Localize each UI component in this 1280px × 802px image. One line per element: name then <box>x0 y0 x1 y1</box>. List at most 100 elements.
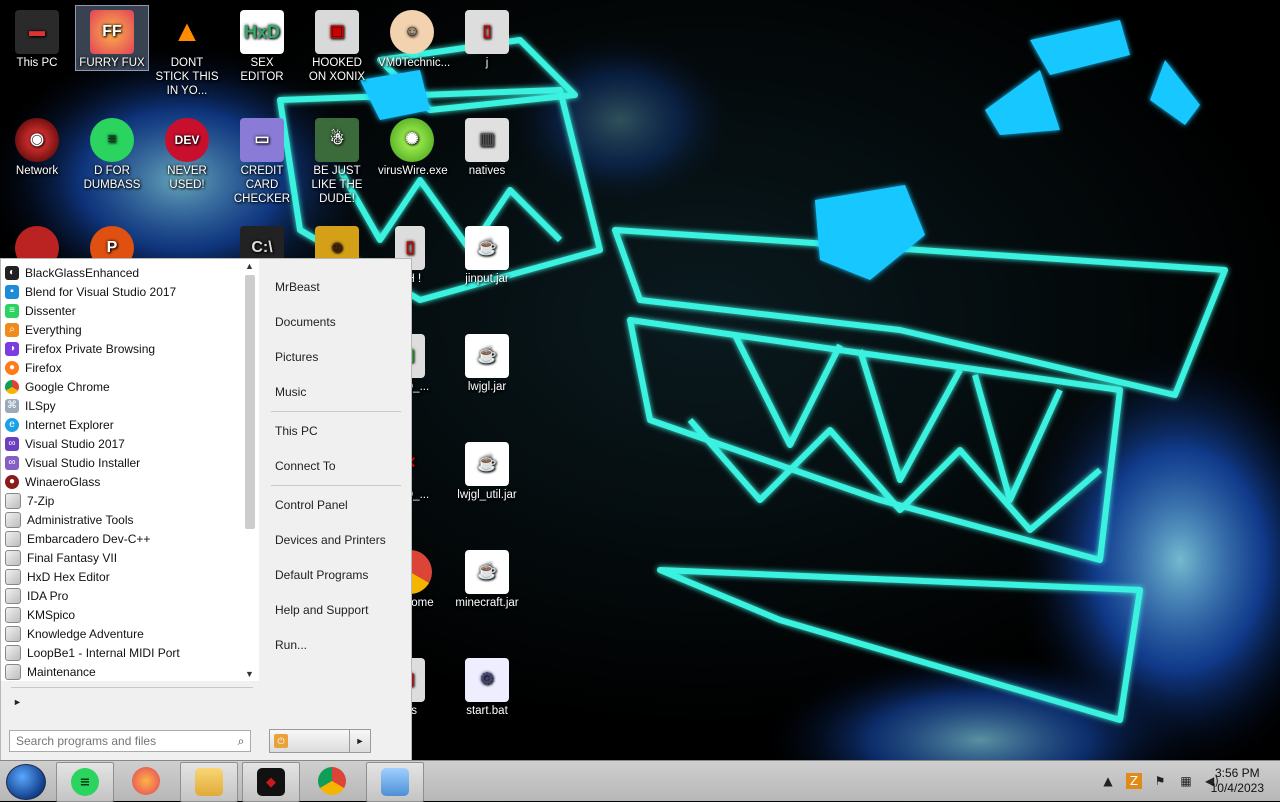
search-input[interactable] <box>10 734 232 748</box>
program-folder-kmspico[interactable]: KMSpico <box>5 605 241 624</box>
start-right-pane: MrBeast Documents Pictures Music This PC… <box>263 259 411 761</box>
program-item-internet-explorer[interactable]: e Internet Explorer <box>5 415 241 434</box>
folder-icon <box>5 530 21 547</box>
taskbar-ff7-button[interactable]: ◆ <box>242 762 300 802</box>
folder-icon <box>5 625 21 642</box>
scroll-thumb[interactable] <box>245 275 255 529</box>
desktop-icon-be-just-like-dude[interactable]: ☃ BE JUST LIKE THE DUDE! <box>301 114 373 206</box>
taskbar: ≡ ◆ ▲ Z ⚑ ▦ ◀) 3:56 PM 10/4/2023 <box>0 760 1280 802</box>
program-item-visual-studio[interactable]: ∞ Visual Studio 2017 <box>5 434 241 453</box>
ie-icon: e <box>5 417 19 432</box>
shutdown-options-button[interactable]: ► <box>349 729 371 753</box>
desktop-icon-lwjgl-jar[interactable]: ☕ lwjgl.jar <box>451 330 523 394</box>
start-button[interactable] <box>6 764 46 800</box>
desktop-icon-viruswire[interactable]: ✺ virusWire.exe <box>376 114 448 178</box>
desktop-icon-never-used[interactable]: DEV NEVER USED! <box>151 114 223 192</box>
limewire-icon: ✺ <box>390 118 434 162</box>
firefox-icon: ● <box>5 360 19 375</box>
start-default-programs-link[interactable]: Default Programs <box>275 568 368 582</box>
program-item-vs-installer[interactable]: ∞ Visual Studio Installer <box>5 453 241 472</box>
taskbar-dissenter-button[interactable]: ≡ <box>56 762 114 802</box>
blend-icon: ▪ <box>5 284 19 299</box>
folder-icon: ▥ <box>465 118 509 162</box>
network-icon[interactable]: ▦ <box>1178 773 1194 789</box>
start-control-panel-link[interactable]: Control Panel <box>275 498 348 512</box>
start-connect-to-link[interactable]: Connect To <box>275 459 336 473</box>
scroll-up-icon[interactable]: ▲ <box>245 261 254 271</box>
folder-icon <box>195 768 223 796</box>
folder-icon <box>5 587 21 604</box>
desktop-icon-d-for-dumbass[interactable]: ≡ D FOR DUMBASS <box>76 114 148 192</box>
scroll-down-icon[interactable]: ▼ <box>245 669 254 679</box>
desktop-icon-network[interactable]: ◉ Network <box>1 114 73 178</box>
start-documents-link[interactable]: Documents <box>275 315 336 329</box>
program-folder-loopbe1[interactable]: LoopBe1 - Internal MIDI Port <box>5 643 241 662</box>
program-folder-devcpp[interactable]: Embarcadero Dev-C++ <box>5 529 241 548</box>
divider <box>271 485 401 486</box>
desktop-icon-j[interactable]: ▯ j <box>451 6 523 70</box>
blackglass-icon: ◐ <box>5 265 19 280</box>
start-pictures-link[interactable]: Pictures <box>275 350 318 364</box>
programs-list: ◐ BlackGlassEnhanced ▪ Blend for Visual St… <box>5 263 241 681</box>
desktop-icon-furry-fux[interactable]: FF FURRY FUX <box>75 5 149 71</box>
chevron-right-icon: ► <box>13 697 22 707</box>
program-folder-maintenance[interactable]: Maintenance <box>5 662 241 681</box>
chevron-right-icon: ► <box>355 736 365 746</box>
program-item-dissenter[interactable]: ≡ Dissenter <box>5 301 241 320</box>
app-tray-icon[interactable]: Z <box>1126 773 1142 789</box>
all-programs-button[interactable]: ► <box>13 697 40 707</box>
dissenter-icon: ≡ <box>5 303 19 318</box>
desktop-icon-this-pc[interactable]: ▬ This PC <box>1 6 73 70</box>
taskbar-firefox-button[interactable] <box>118 762 174 800</box>
program-item-winaeroglass[interactable]: ● WinaeroGlass <box>5 472 241 491</box>
program-item-ilspy[interactable]: ⌘ ILSpy <box>5 396 241 415</box>
desktop-icon-start-bat[interactable]: ⚙ start.bat <box>451 654 523 718</box>
desktop-icon-lwjgl-util-jar[interactable]: ☕ lwjgl_util.jar <box>451 438 523 502</box>
desktop-icon-sex-editor[interactable]: HxD SEX EDITOR <box>226 6 298 84</box>
taskbar-explorer-button[interactable] <box>180 762 238 802</box>
ilspy-icon: ⌘ <box>5 398 19 413</box>
desktop-icon-natives[interactable]: ▥ natives <box>451 114 523 178</box>
program-item-firefox[interactable]: ● Firefox <box>5 358 241 377</box>
action-center-icon[interactable]: ⚑ <box>1152 773 1168 789</box>
start-help-support-link[interactable]: Help and Support <box>275 603 368 617</box>
program-item-blackglassenhanced[interactable]: ◐ BlackGlassEnhanced <box>5 263 241 282</box>
desktop-icon-credit-card-checker[interactable]: ▭ CREDIT CARD CHECKER <box>226 114 298 206</box>
program-folder-hxd[interactable]: HxD Hex Editor <box>5 567 241 586</box>
desktop-icon-minecraft-jar[interactable]: ☕ minecraft.jar <box>451 546 523 610</box>
taskbar-image-viewer-button[interactable] <box>366 762 424 802</box>
start-search-box[interactable]: ⌕ <box>9 730 251 752</box>
game-icon: ☃ <box>315 118 359 162</box>
program-folder-knowledge-adventure[interactable]: Knowledge Adventure <box>5 624 241 643</box>
start-this-pc-link[interactable]: This PC <box>275 424 318 438</box>
desktop-icon-dont-stick[interactable]: ▲ DONT STICK THIS IN YO... <box>151 6 223 98</box>
dissenter-icon: ≡ <box>90 118 134 162</box>
chevron-up-icon[interactable]: ▲ <box>1100 773 1116 789</box>
folder-icon <box>5 549 21 566</box>
program-item-blend[interactable]: ▪ Blend for Visual Studio 2017 <box>5 282 241 301</box>
start-run-link[interactable]: Run... <box>275 638 307 652</box>
java-icon: ☕ <box>465 334 509 378</box>
taskbar-clock[interactable]: 3:56 PM 10/4/2023 <box>1211 766 1264 796</box>
program-item-everything[interactable]: ⌕ Everything <box>5 320 241 339</box>
program-folder-ida-pro[interactable]: IDA Pro <box>5 586 241 605</box>
desktop-icon-vm0technic[interactable]: ☺ VM0Technic... <box>376 6 450 70</box>
program-folder-ff7[interactable]: Final Fantasy VII <box>5 548 241 567</box>
computer-icon: ▬ <box>15 10 59 54</box>
taskbar-chrome-button[interactable] <box>304 762 360 800</box>
start-devices-printers-link[interactable]: Devices and Printers <box>275 533 386 547</box>
program-item-firefox-private[interactable]: ◑ Firefox Private Browsing <box>5 339 241 358</box>
desktop-icon-hooked-on-xonix[interactable]: ▣ HOOKED ON XONIX <box>301 6 373 84</box>
doctor-icon: ☺ <box>390 10 434 54</box>
program-folder-admin-tools[interactable]: Administrative Tools <box>5 510 241 529</box>
vs-installer-icon: ∞ <box>5 455 19 470</box>
game-icon: ◆ <box>257 768 285 796</box>
desktop-icon-jinput-jar[interactable]: ☕ jinput.jar <box>451 222 523 286</box>
program-item-google-chrome[interactable]: Google Chrome <box>5 377 241 396</box>
start-user-link[interactable]: MrBeast <box>275 280 320 294</box>
file-icon: ▯ <box>465 10 509 54</box>
dissenter-icon: ≡ <box>71 768 99 796</box>
program-folder-7zip[interactable]: 7-Zip <box>5 491 241 510</box>
programs-scrollbar[interactable]: ▲ ▼ <box>243 261 257 679</box>
start-music-link[interactable]: Music <box>275 385 306 399</box>
